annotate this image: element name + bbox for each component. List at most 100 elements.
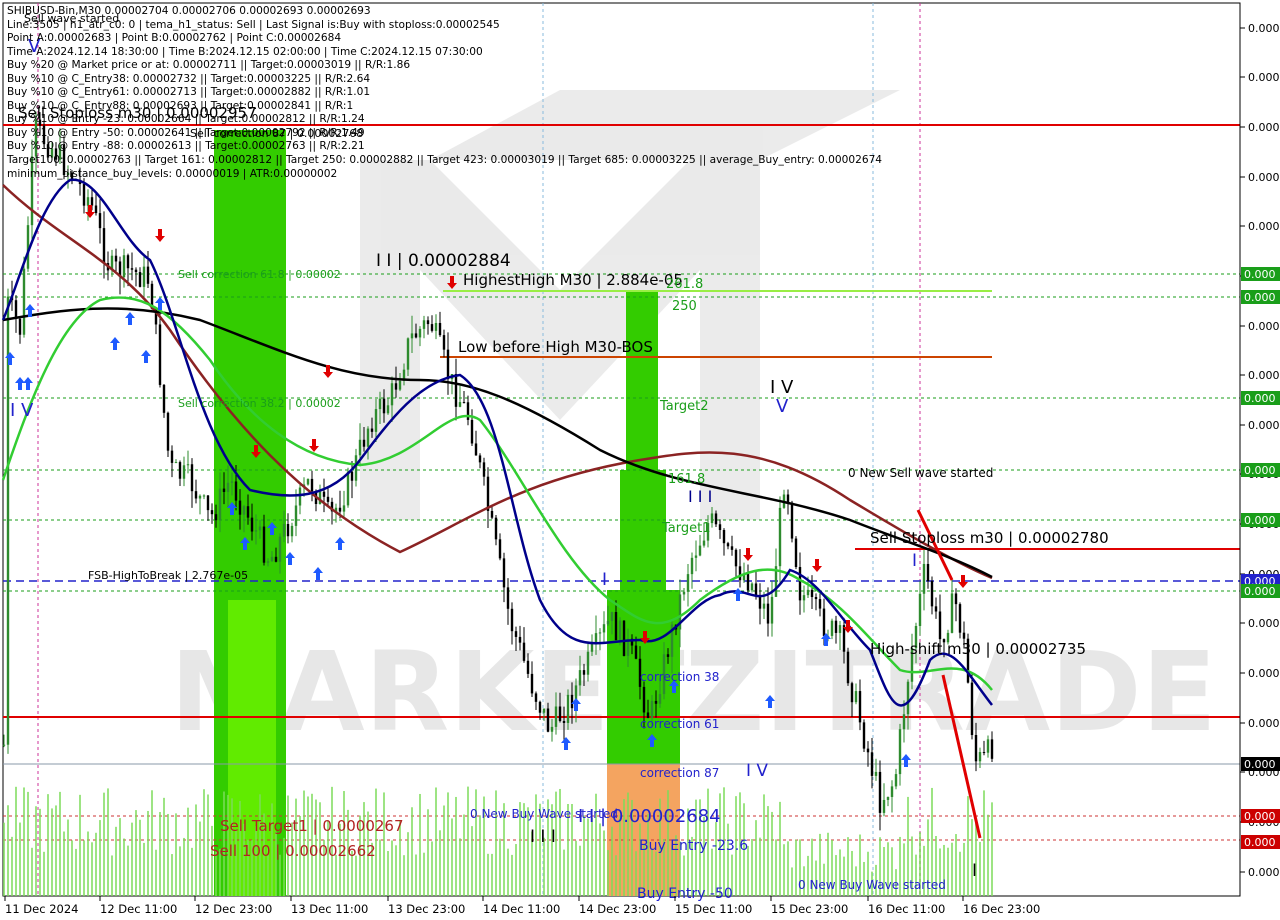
candle-body [654, 700, 658, 704]
label-target2: Target2 [659, 399, 709, 414]
candle-body [534, 693, 538, 702]
candle-body [938, 611, 942, 640]
candle-body [510, 608, 514, 632]
candle-body [898, 729, 902, 775]
candle-body [990, 739, 994, 759]
candle-body [418, 328, 422, 338]
candle-body [974, 735, 978, 762]
candle-body [750, 583, 754, 591]
candle-body [278, 536, 282, 562]
candle-body [578, 670, 582, 686]
info-line: Time A:2024.12.14 18:30:00 | Time B:2024… [7, 45, 483, 58]
candle-body [714, 513, 718, 525]
label-wave-iii: I I I [688, 487, 712, 506]
candle-body [610, 612, 614, 621]
candle-body [242, 506, 246, 515]
info-line: Buy %10 @ C_Entry38: 0.00002732 || Targe… [7, 72, 371, 85]
candle-body [622, 620, 626, 656]
info-line: Line:3505 | h1_atr_c0: 0 | tema_h1_statu… [7, 18, 500, 31]
candle-body [462, 402, 466, 404]
candle-body [810, 589, 814, 598]
candle-body [954, 593, 958, 605]
candle-body [530, 673, 534, 694]
candle-body [414, 333, 418, 338]
candle-body [346, 471, 350, 506]
candle-body [854, 691, 858, 703]
label-buy-entry-23: Buy Entry -23.6 [639, 838, 748, 854]
trading-chart[interactable]: MARKETZITRADE Sell wave started Sell Sto… [0, 0, 1280, 920]
candle-body [838, 625, 842, 633]
candle-body [778, 507, 782, 567]
candle-body [806, 589, 810, 596]
price-badge-label: 0.000 [1244, 585, 1276, 598]
candle-body [322, 491, 326, 497]
candle-body [22, 268, 26, 335]
label-new-buy-wave-2: 0 New Buy Wave started [798, 878, 946, 892]
candle-body [174, 462, 178, 464]
time-tick-label: 15 Dec 11:00 [675, 902, 752, 916]
candle-body [862, 722, 866, 749]
candle-body [522, 642, 526, 661]
candle-body [222, 488, 226, 492]
time-tick-label: 12 Dec 11:00 [100, 902, 177, 916]
candle-body [518, 636, 522, 643]
candle-body [430, 324, 434, 331]
candle-body [874, 771, 878, 776]
candle-body [790, 502, 794, 539]
label-sell-target1: Sell Target1 | 0.0000267 [220, 817, 404, 835]
candle-body [294, 505, 298, 526]
candle-body [526, 660, 530, 674]
candle-body [718, 524, 722, 531]
candle-body [162, 384, 166, 413]
candle-body [94, 205, 98, 214]
candle-body [918, 593, 922, 626]
label-wave-i-right: I [912, 551, 917, 571]
candle-body [682, 591, 686, 595]
candle-body [490, 510, 494, 518]
candle-body [18, 318, 22, 335]
label-sell-corr-382: Sell correction 38.2 | 0.00002 [178, 397, 341, 410]
candle-body [166, 412, 170, 451]
candle-body [406, 338, 410, 370]
candle-body [730, 546, 734, 550]
candle-body [270, 556, 274, 562]
candle-body [822, 608, 826, 637]
candle-body [894, 774, 898, 787]
candle-body [922, 563, 926, 594]
price-tick-label: 0.000 [1248, 419, 1280, 432]
candle-body [746, 574, 750, 591]
candle-body [410, 333, 414, 339]
candle-body [986, 739, 990, 753]
candle-body [734, 549, 738, 567]
candle-body [178, 462, 182, 479]
candle-body [494, 517, 498, 540]
candle-body [558, 706, 562, 722]
candle-body [446, 349, 450, 380]
label-wave-iii-low: I I I [530, 827, 556, 847]
candle-body [306, 478, 310, 485]
candle-body [506, 587, 510, 609]
candle-body [210, 510, 214, 515]
candle-body [134, 269, 138, 273]
candle-body [926, 563, 930, 582]
candle-body [478, 455, 482, 463]
candle-body [666, 654, 670, 657]
candle-body [298, 487, 302, 506]
price-tick-label: 0.000 [1248, 220, 1280, 233]
candle-body [258, 526, 262, 531]
candle-body [486, 476, 490, 511]
candle-body [902, 714, 906, 730]
time-tick-label: 16 Dec 11:00 [868, 902, 945, 916]
candle-body [2, 744, 6, 746]
candle-body [554, 706, 558, 727]
candle-body [90, 197, 94, 206]
price-badge-label: 0.000 [1244, 268, 1276, 281]
time-tick-label: 13 Dec 23:00 [388, 902, 465, 916]
candle-body [394, 383, 398, 390]
candle-body [586, 651, 590, 675]
label-sell-100: Sell 100 | 0.00002662 [210, 842, 376, 860]
candle-body [206, 495, 210, 511]
candle-body [198, 495, 202, 499]
candle-body [374, 409, 378, 432]
candle-body [698, 545, 702, 556]
